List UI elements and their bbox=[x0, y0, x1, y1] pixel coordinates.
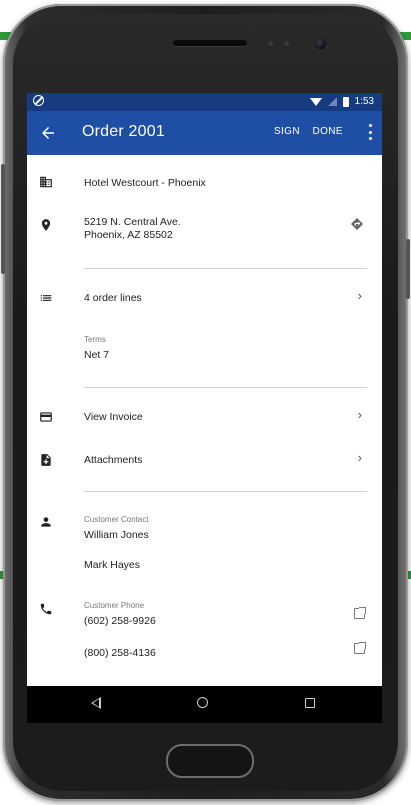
status-time: 1:53 bbox=[354, 96, 374, 107]
contact-name[interactable]: William Jones bbox=[84, 529, 149, 541]
address-line2: Phoenix, AZ 85502 bbox=[84, 229, 173, 241]
phone-number[interactable]: (800) 258-4136 bbox=[84, 647, 156, 659]
signal-icon bbox=[327, 97, 337, 106]
done-button[interactable]: DONE bbox=[313, 126, 344, 137]
status-bar: 1:53 bbox=[27, 93, 382, 111]
contact-name[interactable]: Mark Hayes bbox=[84, 559, 140, 571]
credit-card-icon bbox=[40, 412, 52, 422]
chevron-right-icon: › bbox=[357, 288, 362, 303]
front-camera bbox=[315, 38, 326, 49]
business-icon bbox=[40, 176, 52, 188]
attachments-label: Attachments bbox=[84, 454, 143, 466]
wifi-icon bbox=[309, 97, 322, 106]
light-sensor bbox=[284, 41, 289, 46]
power-button[interactable] bbox=[406, 239, 410, 299]
directions-icon[interactable] bbox=[350, 217, 364, 231]
phone-number[interactable]: (602) 258-9926 bbox=[84, 615, 156, 627]
nav-recents-icon[interactable] bbox=[305, 698, 315, 708]
phone-label: Customer Phone bbox=[84, 601, 145, 610]
divider bbox=[84, 268, 367, 269]
nav-home-icon[interactable] bbox=[197, 697, 208, 708]
page-title: Order 2001 bbox=[82, 123, 165, 140]
sign-button[interactable]: SIGN bbox=[274, 126, 300, 137]
address-line1: 5219 N. Central Ave. bbox=[84, 216, 181, 228]
chevron-right-icon: › bbox=[357, 407, 362, 422]
more-options-icon[interactable] bbox=[368, 124, 372, 140]
view-invoice-label: View Invoice bbox=[84, 411, 143, 423]
add-file-icon bbox=[41, 454, 51, 466]
contact-label: Customer Contact bbox=[84, 515, 149, 524]
no-sync-icon bbox=[33, 95, 44, 106]
proximity-sensor bbox=[268, 41, 273, 46]
chevron-right-icon: › bbox=[357, 450, 362, 465]
order-lines-label: 4 order lines bbox=[84, 292, 142, 304]
open-in-new-icon[interactable] bbox=[354, 607, 366, 619]
volume-button[interactable] bbox=[1, 164, 5, 274]
phone-icon bbox=[40, 603, 52, 615]
list-icon bbox=[40, 295, 52, 301]
phone-screen: 1:53 Order 2001 SIGN DONE Hotel Westcour… bbox=[27, 93, 382, 723]
app-bar: Order 2001 SIGN DONE bbox=[27, 111, 382, 155]
earpiece-speaker bbox=[173, 40, 247, 46]
location-pin-icon bbox=[41, 219, 51, 231]
customer-name: Hotel Westcourt - Phoenix bbox=[84, 177, 206, 189]
battery-icon bbox=[342, 96, 349, 107]
nav-back-icon[interactable] bbox=[91, 697, 101, 709]
system-nav-bar bbox=[27, 686, 382, 723]
divider bbox=[84, 491, 367, 492]
open-in-new-icon[interactable] bbox=[354, 642, 366, 654]
hardware-home-button[interactable] bbox=[166, 744, 254, 778]
divider bbox=[84, 387, 367, 388]
status-indicators: 1:53 bbox=[309, 96, 374, 107]
terms-label: Terms bbox=[84, 335, 106, 344]
back-arrow-icon[interactable] bbox=[39, 124, 57, 142]
person-icon bbox=[41, 517, 51, 527]
terms-value: Net 7 bbox=[84, 349, 110, 361]
